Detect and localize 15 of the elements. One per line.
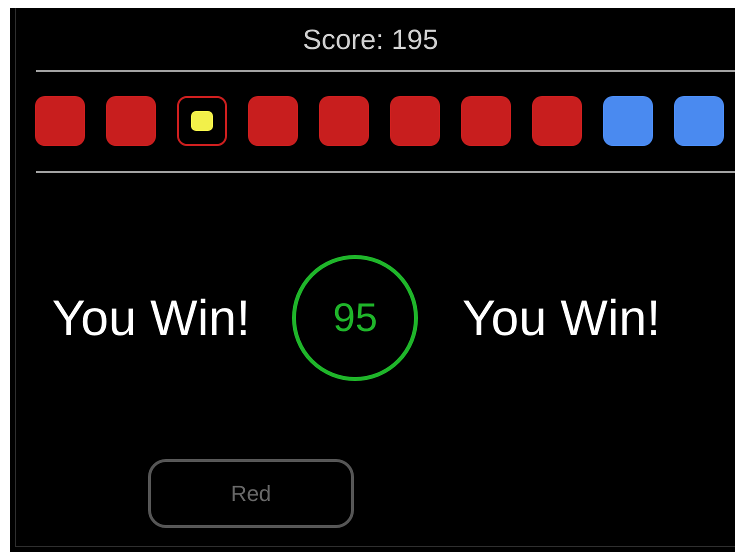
color-tile[interactable]	[603, 96, 653, 146]
color-tile[interactable]	[674, 96, 724, 146]
color-tile[interactable]	[106, 96, 156, 146]
score-label: Score: 195	[302, 23, 440, 57]
color-tile[interactable]	[248, 96, 298, 146]
result-text: You Win!	[462, 289, 661, 347]
result-text: You Win!	[52, 289, 250, 347]
color-tile[interactable]	[35, 96, 85, 146]
selection-marker	[191, 111, 213, 131]
color-tile[interactable]	[177, 96, 227, 146]
color-tile[interactable]	[319, 96, 369, 146]
color-tile[interactable]	[532, 96, 582, 146]
countdown-timer: 95	[292, 255, 418, 381]
color-tile[interactable]	[390, 96, 440, 146]
color-tile[interactable]	[461, 96, 511, 146]
